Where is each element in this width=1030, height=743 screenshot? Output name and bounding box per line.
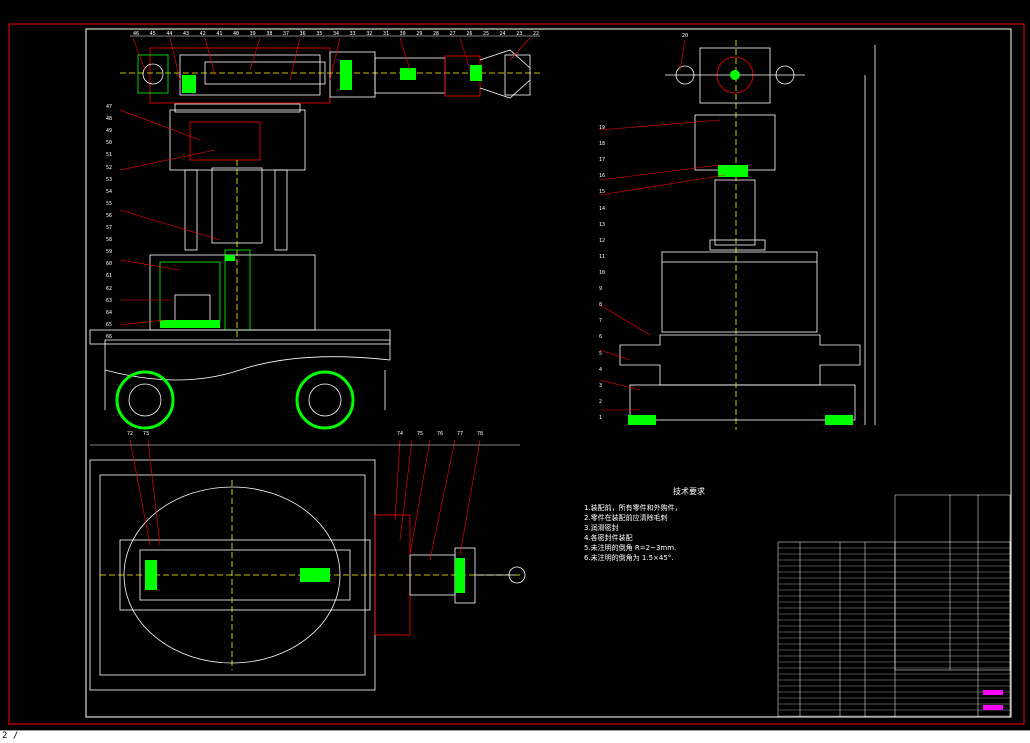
part-balloon-4: 4 (599, 366, 603, 373)
part-balloon-62: 62 (106, 285, 113, 292)
tech-req-line-4: 4.各密封件装配 (584, 534, 633, 542)
part-balloon-74: 74 (397, 431, 404, 437)
part-balloon-6: 6 (599, 334, 603, 341)
part-balloon-13: 13 (599, 221, 606, 228)
part-balloon-16: 16 (599, 173, 606, 180)
part-balloon-59: 59 (106, 249, 113, 256)
tech-req-line-3: 3.润滑密封 (584, 524, 619, 532)
part-balloon-75: 75 (417, 431, 424, 437)
front-view-green-parts (160, 60, 482, 328)
part-balloon-31: 31 (383, 31, 390, 37)
part-balloon-43: 43 (183, 31, 190, 37)
part-balloon-5: 5 (599, 350, 603, 357)
part-balloon-57: 57 (106, 225, 113, 232)
part-balloon-28: 28 (433, 31, 440, 37)
status-bar: 2 / (0, 730, 1030, 743)
part-balloon-33: 33 (349, 31, 356, 37)
side-view (619, 40, 876, 430)
part-balloon-53: 53 (106, 176, 113, 183)
part-balloon-32: 32 (366, 31, 373, 37)
tech-req-line-5: 5.未注明的倒角 R=2~3mm. (584, 544, 677, 552)
cad-drawing-canvas[interactable] (0, 0, 1030, 742)
part-balloon-42: 42 (199, 31, 206, 37)
part-balloon-20: 20 (682, 33, 689, 39)
sheet-inner-border (85, 28, 1012, 718)
part-balloon-66: 66 (106, 334, 113, 340)
part-balloon-7: 7 (599, 318, 603, 325)
part-balloon-12: 12 (599, 237, 606, 244)
part-balloon-44: 44 (166, 31, 173, 37)
plan-view-leaders (129, 439, 481, 561)
part-balloon-48: 48 (106, 116, 113, 123)
part-balloon-61: 61 (106, 273, 113, 280)
part-balloon-54: 54 (106, 188, 113, 195)
title-block-magenta (983, 690, 1003, 710)
part-balloon-63: 63 (106, 297, 113, 304)
part-balloon-40: 40 (233, 31, 240, 37)
part-balloon-25: 25 (483, 31, 490, 37)
part-balloon-55: 55 (106, 200, 113, 207)
parts-list-rows (778, 547, 1010, 717)
side-view-leaders (599, 39, 726, 411)
part-balloon-17: 17 (599, 157, 606, 164)
tech-req-line-2: 2.零件在装配前应清除毛刺 (584, 514, 668, 522)
part-balloon-50: 50 (106, 140, 113, 147)
part-balloon-39: 39 (249, 31, 256, 37)
status-text: 2 / (2, 731, 19, 741)
part-balloon-35: 35 (316, 31, 323, 37)
front-view (89, 47, 540, 430)
part-balloon-37: 37 (283, 31, 290, 37)
technical-requirements-note: 技术要求 1.装配前，所有零件和外购件， 2.零件在装配前应清除毛刺 3.润滑密… (584, 487, 784, 563)
part-balloon-24: 24 (499, 31, 506, 37)
part-balloon-58: 58 (106, 237, 113, 244)
tech-req-line-1: 1.装配前，所有零件和外购件， (584, 504, 682, 512)
part-balloon-52: 52 (106, 164, 113, 171)
part-balloon-18: 18 (599, 141, 606, 148)
part-balloon-15: 15 (599, 189, 606, 196)
part-balloon-72: 72 (127, 431, 134, 437)
part-balloon-11: 11 (599, 253, 606, 260)
part-balloon-30: 30 (399, 31, 406, 37)
part-balloon-38: 38 (266, 31, 273, 37)
part-balloon-36: 36 (299, 31, 306, 37)
part-balloon-64: 64 (106, 309, 113, 316)
part-balloon-77: 77 (457, 431, 464, 437)
part-balloon-26: 26 (466, 31, 473, 37)
plan-view-green-parts (145, 558, 465, 593)
part-balloon-60: 60 (106, 261, 113, 268)
part-balloon-3: 3 (599, 382, 603, 389)
part-balloon-22: 22 (533, 31, 540, 37)
part-balloon-10: 10 (599, 270, 606, 276)
parts-list-table (777, 494, 1011, 718)
part-balloon-23: 23 (516, 31, 523, 37)
part-balloon-76: 76 (437, 431, 444, 437)
part-balloon-56: 56 (106, 212, 113, 219)
technical-requirements-title: 技术要求 (673, 487, 705, 496)
side-view-green-parts (628, 70, 853, 425)
part-balloon-73: 73 (143, 431, 150, 437)
part-balloon-65: 65 (106, 321, 113, 328)
part-balloon-41: 41 (216, 31, 223, 37)
part-balloon-29: 29 (416, 31, 423, 37)
part-balloon-47: 47 (106, 104, 113, 110)
part-balloon-34: 34 (333, 31, 340, 37)
part-balloon-27: 27 (449, 31, 456, 37)
part-balloon-9: 9 (599, 286, 603, 293)
part-balloon-46: 46 (133, 31, 140, 37)
part-balloon-8: 8 (599, 302, 603, 309)
part-balloon-45: 45 (149, 31, 156, 37)
part-balloon-49: 49 (106, 128, 113, 135)
part-balloon-2: 2 (599, 398, 603, 405)
sheet-outer-border (8, 23, 1025, 725)
tech-req-line-6: 6.未注明的倒角为 1.5×45°. (584, 554, 674, 562)
part-balloon-51: 51 (106, 152, 113, 159)
part-balloon-19: 19 (599, 125, 606, 131)
part-balloon-78: 78 (477, 431, 484, 437)
part-balloon-14: 14 (599, 205, 606, 212)
part-balloon-1: 1 (599, 415, 603, 421)
